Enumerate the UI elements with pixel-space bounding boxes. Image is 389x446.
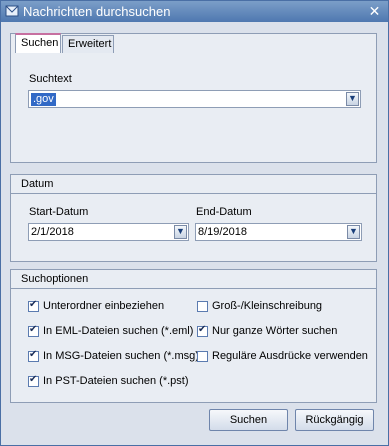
case-sensitive-label: Groß-/Kleinschreibung [212,300,323,312]
checkbox-regex[interactable] [197,351,208,362]
search-text-combo[interactable]: .gov ▼ [28,90,361,108]
checkbox-include-subfolders[interactable] [28,299,39,312]
start-date-label: Start-Datum [29,206,89,218]
end-date-label: End-Datum [196,206,252,218]
tab-advanced[interactable]: Erweitert [62,35,114,53]
checkbox-whole-words[interactable] [197,324,208,337]
checkbox-search-msg[interactable] [28,349,39,362]
start-date-value: 2/1/2018 [31,226,74,238]
chevron-down-icon[interactable]: ▼ [174,225,187,239]
end-date-picker[interactable]: 8/19/2018 ▼ [195,223,362,241]
search-msg-label: In MSG-Dateien suchen (*.msg) [43,350,199,362]
search-text-value: .gov [31,93,56,106]
search-eml-label: In EML-Dateien suchen (*.eml) [43,325,194,337]
checkbox-search-eml[interactable] [28,324,39,337]
regex-label: Reguläre Ausdrücke verwenden [212,350,368,362]
search-text-label: Suchtext [29,73,72,85]
checkbox-case-sensitive[interactable] [197,301,208,312]
whole-words-label: Nur ganze Wörter suchen [212,325,338,337]
date-group-label: Datum [21,178,54,190]
undo-button[interactable]: Rückgängig [295,409,374,431]
chevron-down-icon[interactable]: ▼ [346,92,359,106]
search-options-group-label: Suchoptionen [21,273,89,285]
tab-search[interactable]: Suchen [15,33,61,53]
close-icon[interactable]: ✕ [366,3,383,19]
app-icon [5,5,19,17]
date-group: Datum [10,174,377,262]
checkbox-search-pst[interactable] [28,374,39,387]
search-pst-label: In PST-Dateien suchen (*.pst) [43,375,189,387]
include-subfolders-label: Unterordner einbeziehen [43,300,165,312]
title-bar: Nachrichten durchsuchen ✕ [1,1,388,22]
search-button[interactable]: Suchen [209,409,288,431]
window-title: Nachrichten durchsuchen [23,4,171,19]
start-date-picker[interactable]: 2/1/2018 ▼ [28,223,189,241]
chevron-down-icon[interactable]: ▼ [347,225,360,239]
end-date-value: 8/19/2018 [198,226,247,238]
search-dialog: Nachrichten durchsuchen ✕ Suchen Erweite… [0,0,389,446]
